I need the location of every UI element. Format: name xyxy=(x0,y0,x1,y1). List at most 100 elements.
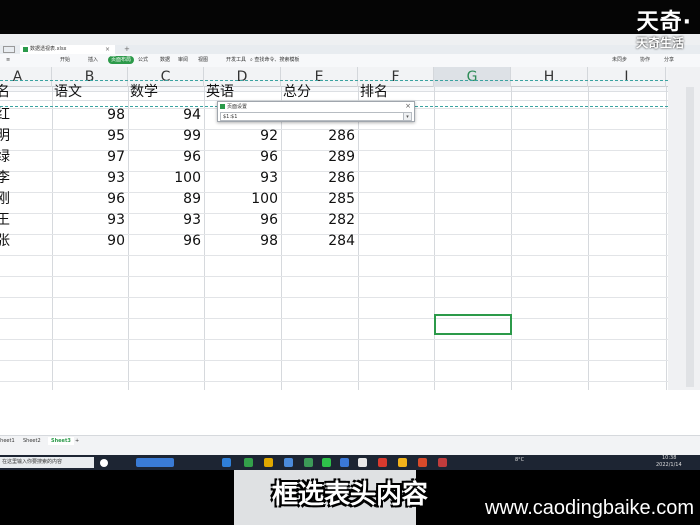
weather-text: 8°C xyxy=(515,457,525,463)
file-tab-label: 数据透视表.xlsx xyxy=(30,46,67,52)
grid-row-line xyxy=(0,318,668,319)
score-cell[interactable]: 286 xyxy=(281,168,358,189)
sync-button[interactable]: 未同步 xyxy=(612,56,627,63)
name-cell[interactable]: 绿 xyxy=(0,147,52,168)
menu-item[interactable]: 审阅 xyxy=(178,56,188,64)
sheet-tab-bar: + Sheet1Sheet2Sheet3 xyxy=(0,435,700,445)
grid-row-line xyxy=(0,381,668,382)
grid-column-line xyxy=(358,87,359,390)
score-cell[interactable]: 100 xyxy=(128,168,204,189)
name-cell[interactable]: 明 xyxy=(0,126,52,147)
windows-taskbar: 在这里输入你要搜索的内容 8°C 10:38 2022/1/14 xyxy=(0,455,700,470)
grid-row-line xyxy=(0,255,668,256)
dialog-close-icon[interactable]: × xyxy=(405,102,411,110)
store-icon[interactable] xyxy=(284,458,293,467)
dialog-app-icon xyxy=(220,104,225,109)
print-title-range-input[interactable]: $1:$1 xyxy=(220,112,404,121)
watermark-url: www.caodingbaike.com xyxy=(485,497,694,519)
column-header-h[interactable]: H xyxy=(511,67,588,87)
name-cell[interactable]: 李 xyxy=(0,168,52,189)
header-cell[interactable]: 数学 xyxy=(128,82,204,103)
taskbar-search-input[interactable]: 在这里输入你要搜索的内容 xyxy=(0,457,94,468)
sheet-tab[interactable]: Sheet3 xyxy=(48,437,74,445)
search-command[interactable]: ⌕ 查找命令、搜索模板 xyxy=(250,56,299,63)
score-cell[interactable]: 285 xyxy=(281,189,358,210)
name-cell[interactable]: 王 xyxy=(0,210,52,231)
menu-item[interactable]: 数据 xyxy=(160,56,170,64)
score-cell[interactable]: 97 xyxy=(52,147,128,168)
active-cell-selection[interactable] xyxy=(434,314,512,335)
collab-button[interactable]: 协作 xyxy=(640,56,650,63)
grid-column-line xyxy=(511,87,512,390)
score-cell[interactable]: 286 xyxy=(281,126,358,147)
name-cell[interactable]: 刚 xyxy=(0,189,52,210)
score-cell[interactable]: 289 xyxy=(281,147,358,168)
menu-item[interactable]: 开始 xyxy=(60,56,70,64)
collapse-dialog-button[interactable]: ▾ xyxy=(403,112,412,121)
score-cell[interactable]: 90 xyxy=(52,231,128,252)
name-cell[interactable]: 张 xyxy=(0,231,52,252)
score-cell[interactable]: 96 xyxy=(204,210,281,231)
score-cell[interactable]: 93 xyxy=(128,210,204,231)
search-hint: 查找命令、搜索模板 xyxy=(254,57,300,63)
app-icon-2[interactable] xyxy=(304,458,313,467)
vertical-scrollbar[interactable] xyxy=(686,87,694,387)
menu-bar: ≡ 开始 插入 页面布局 公式 数据 审阅 视图 开发工具 ⌕ 查找命令、搜索模板 未同步 协… xyxy=(0,54,700,66)
edge-icon[interactable] xyxy=(222,458,231,467)
menu-item[interactable]: 视图 xyxy=(198,56,208,64)
menu-icon[interactable]: ≡ xyxy=(6,56,10,64)
column-header-g[interactable]: G xyxy=(434,67,511,87)
app-icon-green[interactable] xyxy=(244,458,253,467)
file-tab[interactable]: 数据透视表.xlsx xyxy=(20,45,115,54)
grid-column-line xyxy=(666,87,667,390)
folder-icon[interactable] xyxy=(264,458,273,467)
sheet-tab[interactable]: Sheet2 xyxy=(20,437,44,445)
home-icon[interactable] xyxy=(3,46,15,53)
score-cell[interactable]: 96 xyxy=(204,147,281,168)
add-tab-icon[interactable]: + xyxy=(124,45,130,54)
header-cell[interactable]: 排名 xyxy=(358,82,434,103)
grid-column-line xyxy=(588,87,589,390)
score-cell[interactable]: 96 xyxy=(128,147,204,168)
menu-item[interactable]: 页面布局 xyxy=(108,56,135,64)
name-cell[interactable]: 红 xyxy=(0,105,52,126)
score-cell[interactable]: 96 xyxy=(52,189,128,210)
active-app-icon[interactable] xyxy=(136,458,174,467)
score-cell[interactable]: 94 xyxy=(128,105,204,126)
score-cell[interactable]: 92 xyxy=(204,126,281,147)
clock-time: 10:38 xyxy=(662,455,677,461)
menu-item[interactable]: 开发工具 xyxy=(226,56,246,64)
close-tab-icon[interactable]: × xyxy=(105,45,110,54)
score-cell[interactable]: 99 xyxy=(128,126,204,147)
score-cell[interactable]: 98 xyxy=(52,105,128,126)
score-cell[interactable]: 89 xyxy=(128,189,204,210)
sheet-grid[interactable]: 名语文 数学 英语 总分 排名红 98 94 明 95 99 92 286 绿 97 96 96 289 李 93 1… xyxy=(0,80,668,390)
score-cell[interactable]: 93 xyxy=(204,168,281,189)
app-icon-3[interactable] xyxy=(340,458,349,467)
app-icon-7[interactable] xyxy=(438,458,447,467)
score-cell[interactable]: 93 xyxy=(52,168,128,189)
menu-item[interactable]: 公式 xyxy=(138,56,148,64)
score-cell[interactable]: 93 xyxy=(52,210,128,231)
score-cell[interactable]: 100 xyxy=(204,189,281,210)
wps-icon[interactable] xyxy=(378,458,387,467)
score-cell[interactable]: 95 xyxy=(52,126,128,147)
grid-row-line xyxy=(0,339,668,340)
share-button[interactable]: 分享 xyxy=(664,56,674,63)
tab-bar: 数据透视表.xlsx × + xyxy=(0,45,700,54)
task-view-icon[interactable] xyxy=(100,459,108,467)
sheet-tab[interactable]: Sheet1 xyxy=(0,437,18,445)
score-cell[interactable]: 284 xyxy=(281,231,358,252)
score-cell[interactable]: 282 xyxy=(281,210,358,231)
score-cell[interactable]: 98 xyxy=(204,231,281,252)
score-cell[interactable]: 96 xyxy=(128,231,204,252)
header-cell[interactable]: 英语 xyxy=(204,82,280,103)
column-header-i[interactable]: I xyxy=(588,67,666,87)
header-cell[interactable]: 语文 xyxy=(52,82,128,103)
wechat-icon[interactable] xyxy=(322,458,331,467)
app-icon-6[interactable] xyxy=(418,458,427,467)
app-icon-5[interactable] xyxy=(398,458,407,467)
menu-item[interactable]: 插入 xyxy=(88,56,98,64)
app-icon-4[interactable] xyxy=(358,458,367,467)
header-cell[interactable]: 总分 xyxy=(281,82,357,103)
